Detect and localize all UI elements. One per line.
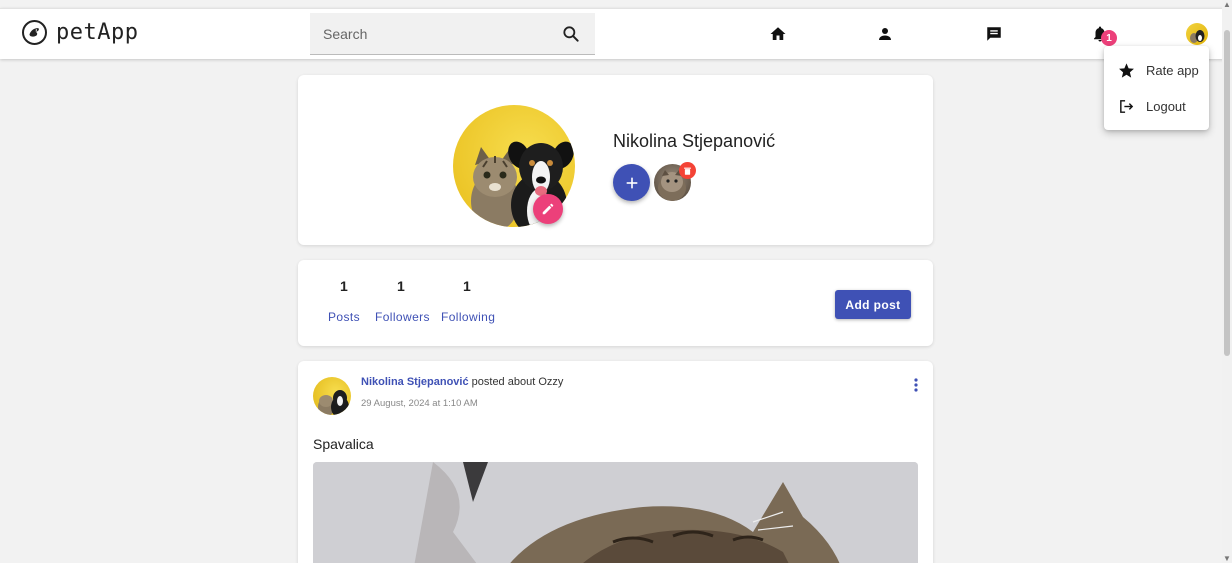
account-menu: Rate app Logout — [1104, 46, 1209, 130]
scroll-up-arrow-icon[interactable]: ▲ — [1223, 0, 1231, 9]
menu-item-label: Rate app — [1146, 62, 1199, 78]
profile-name: Nikolina Stjepanović — [613, 131, 776, 151]
post-action-text: posted about Ozzy — [468, 376, 564, 388]
logout-icon — [1117, 97, 1135, 115]
user-avatar[interactable] — [1186, 23, 1208, 45]
pencil-icon — [542, 203, 554, 215]
followers-link[interactable]: Followers — [375, 310, 430, 324]
menu-item-label: Logout — [1146, 98, 1186, 114]
plus-icon — [626, 177, 637, 188]
scroll-down-arrow-icon[interactable]: ▼ — [1223, 554, 1231, 563]
search-icon[interactable] — [561, 24, 581, 44]
scrollbar-thumb[interactable] — [1224, 30, 1230, 356]
more-vert-icon[interactable] — [910, 375, 922, 395]
posts-count: 1 — [340, 278, 348, 294]
profile-card: Nikolina Stjepanović — [298, 75, 933, 245]
post-text: Spavalica — [313, 436, 374, 452]
post-author-avatar[interactable] — [313, 377, 351, 415]
post-timestamp: 29 August, 2024 at 1:10 AM — [361, 398, 478, 409]
remove-pet-button[interactable] — [679, 162, 696, 179]
post-image[interactable] — [313, 462, 918, 563]
posts-link[interactable]: Posts — [328, 310, 360, 324]
paw-logo-icon — [22, 20, 47, 45]
search-input[interactable] — [310, 13, 550, 55]
add-post-button[interactable]: Add post — [835, 290, 911, 319]
top-app-bar: petApp — [0, 8, 1232, 59]
menu-item-logout[interactable]: Logout — [1104, 88, 1209, 124]
following-count: 1 — [463, 278, 471, 294]
star-icon — [1117, 61, 1135, 79]
chat-icon[interactable] — [983, 23, 1005, 45]
post-author-link[interactable]: Nikolina Stjepanović — [361, 376, 469, 388]
followers-count: 1 — [397, 278, 405, 294]
search-box — [310, 13, 595, 55]
app-name: petApp — [56, 20, 139, 45]
menu-item-rate-app[interactable]: Rate app — [1104, 52, 1209, 88]
post-header: Nikolina Stjepanović posted about Ozzy — [361, 376, 563, 388]
add-pet-button[interactable] — [613, 164, 650, 201]
edit-profile-button[interactable] — [533, 194, 563, 224]
post-card: Nikolina Stjepanović posted about Ozzy 2… — [298, 361, 933, 563]
stats-card: 1 1 1 Posts Followers Following Add post — [298, 260, 933, 346]
app-logo[interactable]: petApp — [22, 20, 138, 45]
notification-badge: 1 — [1101, 30, 1117, 46]
person-icon[interactable] — [874, 23, 896, 45]
following-link[interactable]: Following — [441, 310, 495, 324]
page-scrollbar[interactable]: ▲ ▼ — [1222, 0, 1232, 563]
home-icon[interactable] — [767, 23, 789, 45]
trash-icon — [684, 167, 691, 175]
